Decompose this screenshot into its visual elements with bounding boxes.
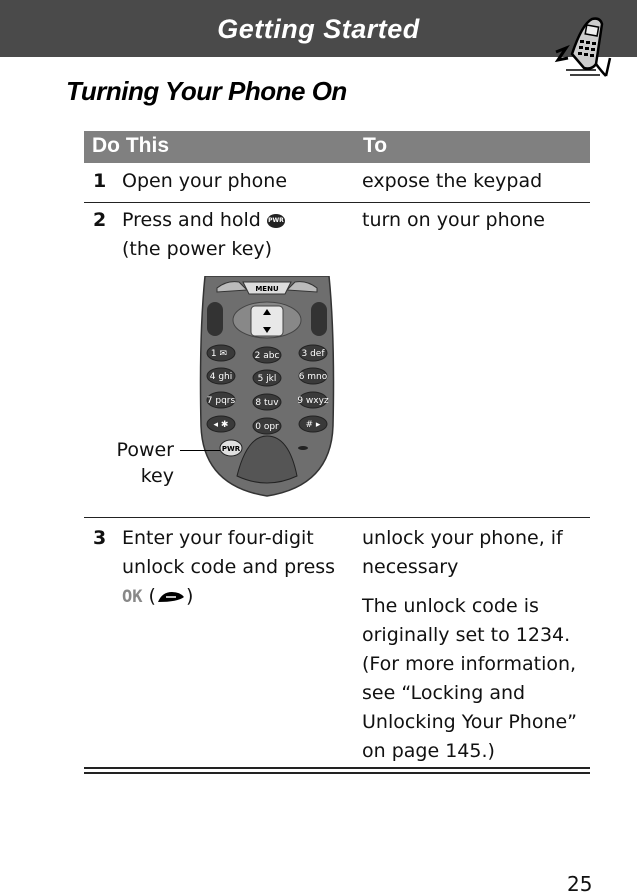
svg-text:8 tuv: 8 tuv — [255, 398, 279, 408]
table-bottom-rule — [84, 772, 590, 774]
chapter-title: Getting Started — [217, 14, 420, 44]
power-key-icon: PWR — [266, 213, 285, 228]
power-key-callout: Power key — [116, 439, 174, 487]
svg-text:5 jkl: 5 jkl — [258, 374, 277, 384]
callout-line — [180, 450, 220, 451]
step-result-note: The unlock code is originally set to 123… — [362, 595, 578, 762]
step-result-text: unlock your phone, if necessary — [362, 527, 563, 578]
svg-text:1 ✉: 1 ✉ — [211, 349, 227, 359]
step-result: expose the keypad — [362, 170, 543, 192]
step-action: Enter your four-digit unlock code and pr… — [122, 527, 336, 607]
svg-text:0 opr: 0 opr — [255, 422, 279, 432]
step-action-line: unlock code and press — [122, 556, 336, 578]
step-result: turn on your phone — [362, 209, 545, 231]
menu-key-label: MENU — [255, 285, 279, 293]
step-number: 2 — [93, 209, 107, 231]
step-action-line: Enter your four-digit — [122, 527, 314, 549]
svg-text:9 wxyz: 9 wxyz — [297, 396, 329, 406]
table-header: Do This To — [84, 131, 590, 163]
table-row: 3 Enter your four-digit unlock code and … — [84, 518, 590, 768]
svg-text:2 abc: 2 abc — [255, 351, 280, 361]
step-action-line: Press and hold — [122, 209, 261, 231]
step-action-line: (the power key) — [122, 238, 273, 260]
svg-text:6 mno: 6 mno — [299, 372, 328, 382]
phone-mascot-icon — [554, 17, 612, 77]
svg-text:◂ ✱: ◂ ✱ — [214, 420, 229, 430]
step-number: 3 — [93, 527, 107, 549]
ok-label: OK — [122, 587, 143, 607]
step-number: 1 — [93, 170, 107, 192]
svg-text:# ▸: # ▸ — [306, 420, 321, 430]
step-action: Press and hold PWR (the power key) — [122, 206, 352, 264]
svg-text:4 ghi: 4 ghi — [210, 372, 233, 382]
table-row: 1 Open your phone expose the keypad — [84, 163, 590, 203]
step-action: Open your phone — [122, 170, 288, 192]
svg-text:PWR: PWR — [222, 445, 241, 453]
header-do-this: Do This — [92, 134, 169, 157]
section-title: Turning Your Phone On — [66, 76, 347, 106]
svg-text:7 pqrs: 7 pqrs — [207, 396, 236, 406]
page-number: 25 — [567, 872, 593, 896]
soft-key-icon — [157, 591, 184, 602]
svg-text:3 def: 3 def — [301, 349, 325, 359]
header-to: To — [363, 134, 388, 157]
table-bottom-rule — [84, 767, 590, 769]
phone-keypad-illustration: MENU 1 ✉ 2 abc 3 def 4 ghi 5 jkl 6 mno 7 pqr… — [199, 276, 335, 497]
step-result: unlock your phone, if necessary The unlo… — [362, 524, 587, 766]
